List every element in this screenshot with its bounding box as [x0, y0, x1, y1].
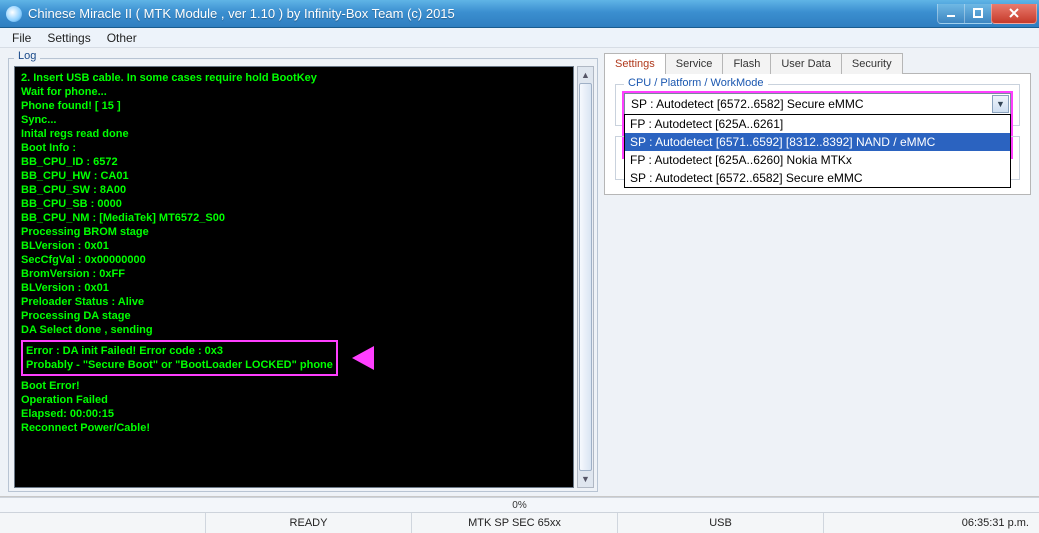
- right-panel: SettingsServiceFlashUser DataSecurity CP…: [604, 48, 1039, 496]
- log-error-highlight: Error : DA init Failed! Error code : 0x3…: [21, 340, 338, 376]
- log-line: SecCfgVal : 0x00000000: [21, 253, 567, 267]
- scroll-down-icon[interactable]: ▼: [578, 471, 593, 487]
- log-line: Operation Failed: [21, 393, 567, 407]
- log-scrollbar[interactable]: ▲ ▼: [577, 66, 594, 488]
- log-line: BB_CPU_SB : 0000: [21, 197, 567, 211]
- tab-settings[interactable]: Settings: [604, 53, 666, 74]
- progress-text: 0%: [512, 500, 526, 511]
- log-line: BB_CPU_SW : 8A00: [21, 183, 567, 197]
- log-line: Processing DA stage: [21, 309, 567, 323]
- platform-legend: CPU / Platform / WorkMode: [624, 77, 768, 89]
- status-platform: MTK SP SEC 65xx: [412, 513, 618, 533]
- scroll-thumb[interactable]: [579, 83, 592, 471]
- log-line: Inital regs read done: [21, 127, 567, 141]
- pointer-arrow-icon: [352, 346, 374, 370]
- log-line: Sync...: [21, 113, 567, 127]
- app-icon: [6, 6, 22, 22]
- menu-settings[interactable]: Settings: [39, 29, 98, 47]
- window-titlebar: Chinese Miracle II ( MTK Module , ver 1.…: [0, 0, 1039, 28]
- window-title: Chinese Miracle II ( MTK Module , ver 1.…: [28, 6, 938, 21]
- log-console: 2. Insert USB cable. In some cases requi…: [14, 66, 574, 488]
- log-group: Log 2. Insert USB cable. In some cases r…: [8, 52, 598, 492]
- log-line: Reconnect Power/Cable!: [21, 421, 567, 435]
- platform-option[interactable]: FP : Autodetect [625A..6260] Nokia MTKx: [625, 151, 1010, 169]
- log-line: Phone found! [ 15 ]: [21, 99, 567, 113]
- log-line: BB_CPU_ID : 6572: [21, 155, 567, 169]
- log-line: Wait for phone...: [21, 85, 567, 99]
- status-ready: READY: [206, 513, 412, 533]
- maximize-button[interactable]: [964, 4, 992, 24]
- log-line: Elapsed: 00:00:15: [21, 407, 567, 421]
- status-connection: USB: [618, 513, 824, 533]
- log-line: Error : DA init Failed! Error code : 0x3: [26, 344, 333, 358]
- platform-option[interactable]: FP : Autodetect [625A..6261]: [625, 115, 1010, 133]
- platform-combo[interactable]: SP : Autodetect [6572..6582] Secure eMMC…: [624, 93, 1011, 115]
- platform-fieldset: CPU / Platform / WorkMode SP : Autodetec…: [615, 84, 1020, 126]
- status-bar: READY MTK SP SEC 65xx USB 06:35:31 p.m.: [0, 513, 1039, 533]
- menu-file[interactable]: File: [4, 29, 39, 47]
- tab-user-data[interactable]: User Data: [770, 53, 842, 74]
- scroll-up-icon[interactable]: ▲: [578, 67, 593, 83]
- log-line: Boot Error!: [21, 379, 567, 393]
- tab-security[interactable]: Security: [841, 53, 903, 74]
- progress-bar: 0%: [0, 497, 1039, 513]
- log-line: BB_CPU_NM : [MediaTek] MT6572_S00: [21, 211, 567, 225]
- platform-option[interactable]: SP : Autodetect [6572..6582] Secure eMMC: [625, 169, 1010, 187]
- log-line: BB_CPU_HW : CA01: [21, 169, 567, 183]
- tab-body-settings: CPU / Platform / WorkMode SP : Autodetec…: [604, 73, 1031, 195]
- minimize-button[interactable]: [937, 4, 965, 24]
- status-time: 06:35:31 p.m.: [824, 513, 1039, 533]
- log-line: Boot Info :: [21, 141, 567, 155]
- log-line: 2. Insert USB cable. In some cases requi…: [21, 71, 567, 85]
- status-empty: [0, 513, 206, 533]
- menu-other[interactable]: Other: [99, 29, 145, 47]
- tab-strip: SettingsServiceFlashUser DataSecurity: [604, 52, 1031, 73]
- platform-dropdown[interactable]: FP : Autodetect [625A..6261]SP : Autodet…: [624, 114, 1011, 188]
- log-line: BromVersion : 0xFF: [21, 267, 567, 281]
- tab-service[interactable]: Service: [665, 53, 724, 74]
- log-line: Processing BROM stage: [21, 225, 567, 239]
- close-button[interactable]: [991, 4, 1037, 24]
- platform-combo-value: SP : Autodetect [6572..6582] Secure eMMC: [631, 97, 864, 111]
- log-line: Probably - "Secure Boot" or "BootLoader …: [26, 358, 333, 372]
- log-line: BLVersion : 0x01: [21, 281, 567, 295]
- log-line: DA Select done , sending: [21, 323, 567, 337]
- chevron-down-icon[interactable]: ▼: [992, 95, 1009, 113]
- menu-bar: File Settings Other: [0, 28, 1039, 48]
- log-line: BLVersion : 0x01: [21, 239, 567, 253]
- platform-option[interactable]: SP : Autodetect [6571..6592] [8312..8392…: [625, 133, 1010, 151]
- log-group-label: Log: [14, 50, 40, 62]
- tab-flash[interactable]: Flash: [722, 53, 771, 74]
- log-line: Preloader Status : Alive: [21, 295, 567, 309]
